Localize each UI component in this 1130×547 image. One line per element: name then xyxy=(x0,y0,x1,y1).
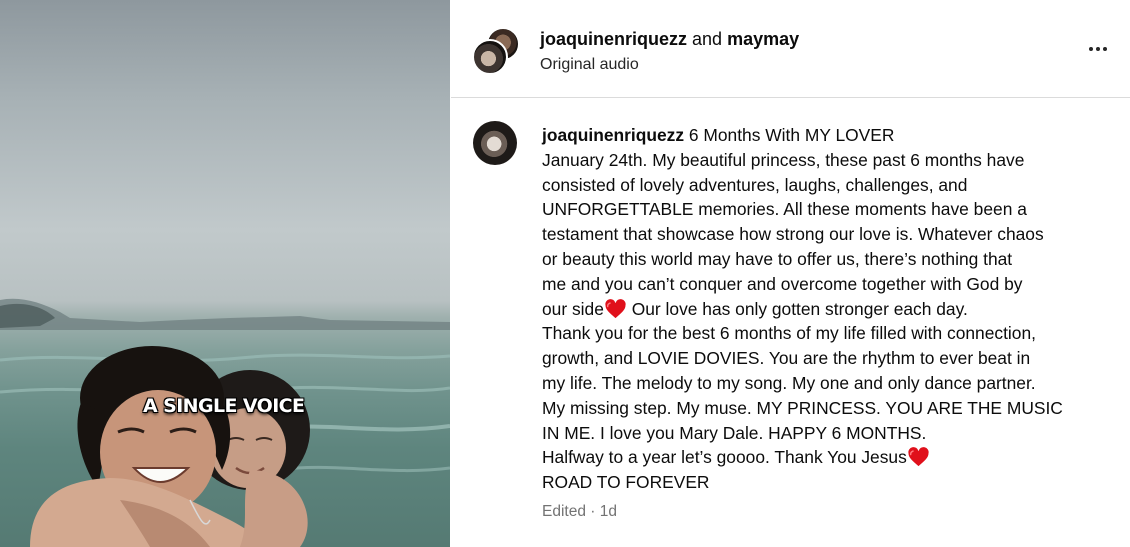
caption-avatar[interactable] xyxy=(473,121,517,165)
caption-line: consisted of lovely adventures, laughs, … xyxy=(542,174,968,195)
caption-line: my life. The melody to my song. My one a… xyxy=(542,372,1036,393)
caption-line: January 24th. My beautiful princess, the… xyxy=(542,149,1025,170)
caption-line: our side Our love has only gotten strong… xyxy=(542,297,1102,322)
caption-text: 6 Months With MY LOVER xyxy=(688,125,895,145)
audio-link[interactable]: Original audio xyxy=(540,56,639,74)
caption-line: Thank you for the best 6 months of my li… xyxy=(542,323,1036,344)
post-header: joaquinenriquezz and maymay Original aud… xyxy=(451,0,1130,98)
more-dot xyxy=(1096,47,1100,51)
caption-text: our side xyxy=(542,298,604,319)
caption-line: testament that showcase how strong our l… xyxy=(542,224,1044,245)
caption-line: IN ME. I love you Mary Dale. HAPPY 6 MON… xyxy=(542,422,927,443)
caption-line: joaquinenriquezz 6 Months With MY LOVER xyxy=(542,123,1102,148)
authors-connector: and xyxy=(692,29,723,49)
caption-line: Halfway to a year let’s goooo. Thank You… xyxy=(542,445,1102,470)
more-horizontal-icon xyxy=(1089,47,1093,51)
video-media[interactable]: A SINGLE VOICE xyxy=(0,0,450,547)
caption-line: growth, and LOVIE DOVIES. You are the rh… xyxy=(542,348,1031,369)
caption-text: Halfway to a year let’s goooo. Thank You… xyxy=(542,447,907,468)
heart-emoji-icon xyxy=(605,298,626,318)
caption-text: Our love has only gotten stronger each d… xyxy=(631,298,968,319)
post-authors: joaquinenriquezz and maymay xyxy=(540,29,799,50)
collab-avatars[interactable] xyxy=(472,27,520,75)
avatar-joaquinenriquezz[interactable] xyxy=(472,39,508,75)
author-link[interactable]: joaquinenriquezz xyxy=(540,29,687,49)
caption-line: ROAD TO FOREVER xyxy=(542,472,710,493)
caption-line: me and you can’t conquer and overcome to… xyxy=(542,273,1023,294)
heart-emoji-icon xyxy=(908,447,929,467)
coauthor-link[interactable]: maymay xyxy=(727,29,799,49)
edited-timestamp[interactable]: Edited · 1d xyxy=(542,503,617,521)
caption-line: UNFORGETTABLE memories. All these moment… xyxy=(542,199,1027,220)
video-frame xyxy=(0,298,450,547)
caption-line: My missing step. My muse. MY PRINCESS. Y… xyxy=(542,397,1063,418)
more-options-button[interactable] xyxy=(1083,36,1113,62)
caption-username[interactable]: joaquinenriquezz xyxy=(542,125,684,145)
caption-line: or beauty this world may have to offer u… xyxy=(542,248,1013,269)
more-dot xyxy=(1103,47,1107,51)
post-caption: joaquinenriquezz 6 Months With MY LOVER … xyxy=(542,123,1102,495)
video-overlay-text: A SINGLE VOICE xyxy=(143,395,305,417)
